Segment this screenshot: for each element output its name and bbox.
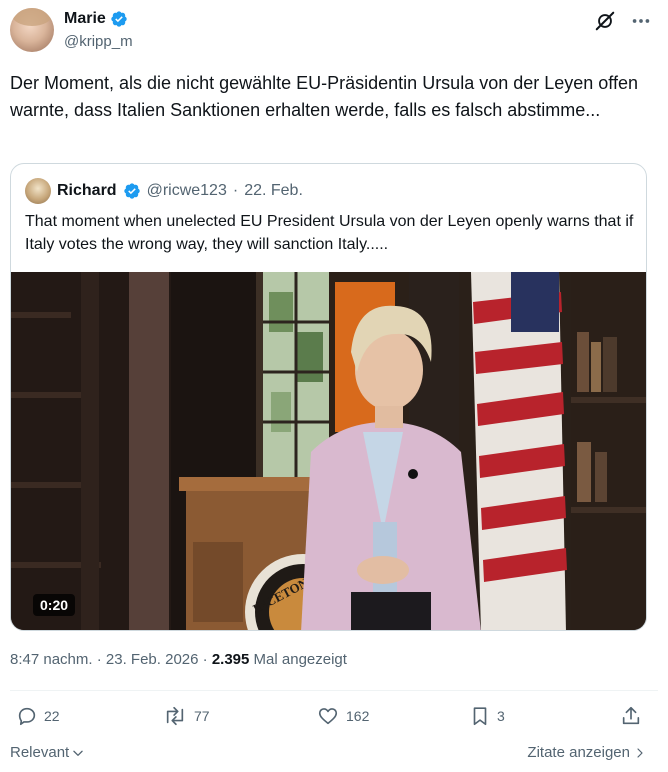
quoted-avatar	[25, 178, 51, 204]
author-handle[interactable]: @kripp_m	[64, 33, 133, 50]
views-label: Mal angezeigt	[253, 651, 347, 668]
share-icon	[622, 706, 640, 725]
chevron-right-icon	[637, 747, 643, 758]
sort-dropdown[interactable]: Relevant	[10, 744, 85, 761]
quoted-tweet[interactable]: Richard @ricwe123 · 22. Feb. That moment…	[10, 163, 647, 631]
view-count: 2.395	[211, 651, 250, 668]
repost-button[interactable]: 77	[162, 705, 210, 727]
like-icon	[318, 708, 338, 725]
tweet-header: Marie @kripp_m	[10, 8, 658, 56]
chevron-down-icon	[73, 750, 83, 756]
bookmark-count: 3	[497, 708, 505, 724]
quoted-header: Richard @ricwe123 · 22. Feb.	[25, 178, 303, 204]
bookmark-icon	[473, 707, 487, 726]
like-count: 162	[346, 708, 370, 724]
tweet-text: Der Moment, als die nicht gewählte EU-Pr…	[10, 73, 638, 120]
meta-separator: ·	[96, 651, 102, 668]
show-quotes-link[interactable]: Zitate anzeigen	[527, 744, 646, 761]
more-icon[interactable]	[630, 10, 652, 32]
verified-badge-icon	[123, 183, 140, 199]
share-button[interactable]	[620, 705, 642, 727]
author-name-row: Marie	[64, 10, 128, 28]
quoted-text: That moment when unelected EU President …	[25, 213, 634, 253]
header-actions	[594, 10, 652, 32]
quoted-separator: ·	[232, 182, 239, 199]
video-frame: INCETON U	[11, 272, 646, 630]
reply-button[interactable]: 22	[16, 705, 60, 727]
quoted-date: 22. Feb.	[244, 182, 303, 199]
repost-icon	[166, 706, 184, 726]
bookmark-button[interactable]: 3	[469, 705, 505, 727]
quoted-display-name: Richard	[57, 182, 117, 199]
grok-icon[interactable]	[594, 10, 616, 32]
sort-label: Relevant	[10, 744, 70, 761]
reply-count: 22	[44, 708, 60, 724]
video-duration: 0:20	[33, 594, 76, 616]
video-player[interactable]: INCETON U 0:20	[11, 272, 646, 630]
divider	[10, 690, 658, 691]
reply-footer: Relevant Zitate anzeigen	[10, 744, 658, 768]
tweet-date[interactable]: 23. Feb. 2026	[106, 651, 199, 668]
reply-icon	[18, 707, 36, 726]
tweet-meta: 8:47 nachm. · 23. Feb. 2026 · 2.395 Mal …	[10, 651, 347, 668]
tweet-time[interactable]: 8:47 nachm.	[10, 651, 93, 668]
like-button[interactable]: 162	[316, 705, 369, 727]
author-display-name[interactable]: Marie	[64, 10, 106, 28]
author-avatar[interactable]	[10, 8, 54, 52]
repost-count: 77	[194, 708, 210, 724]
quoted-handle: @ricwe123	[146, 182, 227, 199]
action-bar: 22 77 162 3	[10, 705, 658, 735]
meta-separator-2: ·	[202, 651, 208, 668]
show-quotes-label: Zitate anzeigen	[527, 744, 630, 761]
verified-badge-icon	[111, 11, 127, 27]
